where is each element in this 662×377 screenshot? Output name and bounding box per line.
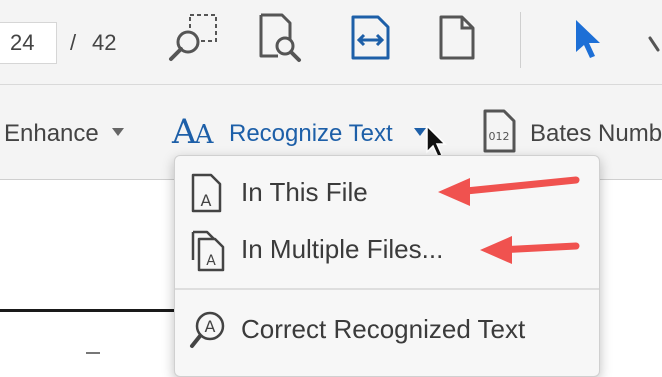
enhance-button[interactable]: Enhance [4, 120, 99, 148]
top-toolbar: 24 / 42 [0, 0, 662, 85]
page-number-input[interactable]: 24 [0, 22, 57, 64]
zoom-marquee-icon[interactable] [168, 12, 220, 62]
page-separator: / [70, 30, 77, 55]
bates-numbering-button[interactable]: Bates Numb [530, 120, 662, 148]
fit-width-icon[interactable] [350, 14, 392, 62]
enhance-caret-icon [112, 128, 124, 136]
svg-text:A: A [205, 317, 216, 336]
menu-item-correct-recognized-text[interactable]: A Correct Recognized Text [175, 304, 599, 354]
menu-item-label: In This File [241, 177, 368, 207]
annotation-arrow-2 [480, 236, 580, 264]
page-total: 42 [92, 30, 117, 55]
bates-numbering-icon[interactable]: 012 [482, 108, 518, 154]
menu-divider [175, 288, 599, 290]
multiple-files-a-icon: A [191, 230, 225, 272]
menu-item-label: Correct Recognized Text [241, 314, 526, 344]
recognize-text-icon[interactable]: AA [172, 112, 213, 152]
find-in-page-icon[interactable] [258, 12, 304, 64]
toolbar-divider [520, 12, 521, 68]
bates-label: Bates Numb [530, 120, 662, 147]
document-page-edge [0, 309, 180, 312]
svg-text:A: A [201, 191, 212, 210]
select-cursor-icon[interactable] [572, 18, 606, 62]
recognize-text-button[interactable]: Recognize Text [229, 120, 393, 148]
annotation-arrow-1 [438, 176, 580, 206]
recognize-text-label: Recognize Text [229, 120, 393, 147]
magnifier-a-icon: A [190, 311, 225, 348]
menu-item-label: In Multiple Files... [241, 234, 444, 264]
single-page-icon[interactable] [438, 14, 478, 62]
document-mark [86, 352, 100, 354]
enhance-label: Enhance [4, 120, 99, 147]
single-file-a-icon: A [191, 173, 222, 213]
svg-text:A: A [206, 253, 216, 269]
bates-icon-text: 012 [489, 130, 510, 143]
hand-icon[interactable] [648, 24, 662, 64]
